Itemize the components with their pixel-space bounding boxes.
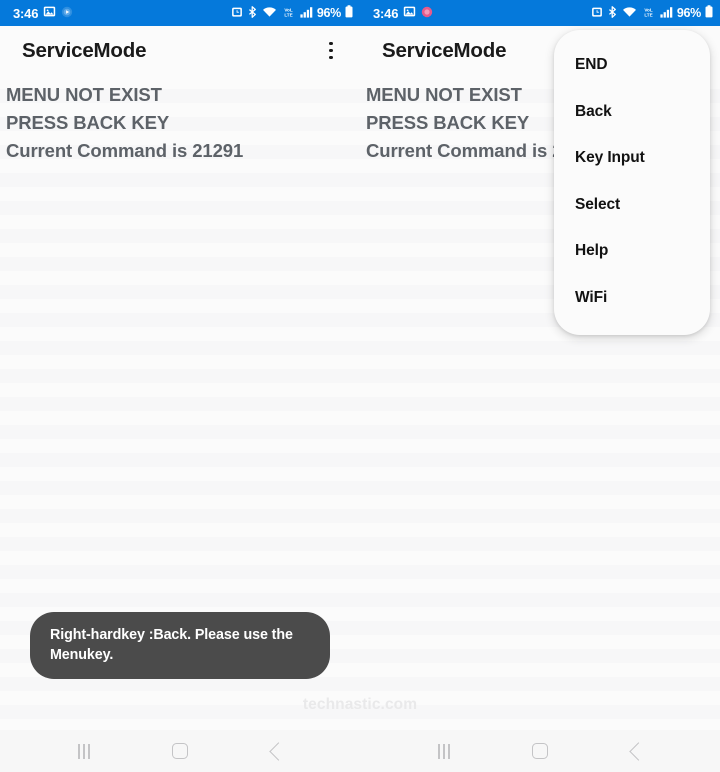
media-circle-icon: [61, 6, 73, 21]
menu-item-wifi[interactable]: WiFi: [554, 275, 710, 322]
navigation-bar-left: [0, 730, 360, 772]
service-mode-line: MENU NOT EXIST: [6, 84, 162, 105]
gallery-icon: [43, 5, 56, 21]
bluetooth-icon: [247, 5, 258, 21]
navigation-bar-right: [360, 730, 720, 772]
service-mode-line: PRESS BACK KEY: [6, 112, 170, 133]
back-chevron-icon: [268, 741, 288, 761]
alarm-icon: [591, 6, 603, 21]
status-bar-clock: 3:46: [373, 5, 399, 21]
bluetooth-icon: [607, 5, 618, 21]
battery-percent-label: 96%: [316, 5, 341, 20]
menu-item-key-input[interactable]: Key Input: [554, 135, 710, 182]
status-bar-right-cluster: VoL LTE 96%: [231, 5, 353, 21]
wifi-icon: [622, 6, 637, 21]
screenshot-root: 3:46 VoL LTE 96% ServiceMode MENU NOT EX…: [0, 0, 720, 772]
menu-item-help[interactable]: Help: [554, 228, 710, 275]
status-bar-left: 3:46 VoL LTE 96%: [0, 0, 360, 26]
home-icon: [532, 743, 548, 759]
menu-item-select[interactable]: Select: [554, 182, 710, 229]
recents-icon: [438, 743, 450, 759]
app-bar-left: ServiceMode: [0, 26, 360, 75]
battery-icon: [345, 5, 353, 21]
alarm-icon: [231, 6, 243, 21]
volte-icon: VoL LTE: [641, 6, 656, 21]
nav-home-button[interactable]: [517, 730, 563, 772]
overflow-dot: [329, 41, 333, 46]
menu-item-end[interactable]: END: [554, 42, 710, 89]
media-circle-icon: [421, 6, 433, 21]
nav-recents-button[interactable]: [421, 730, 467, 772]
menu-item-back[interactable]: Back: [554, 89, 710, 136]
overflow-menu-icon[interactable]: [318, 36, 344, 66]
overflow-dropdown-menu: END Back Key Input Select Help WiFi: [554, 30, 710, 335]
service-mode-line: Current Command is 21291: [6, 140, 244, 161]
nav-back-button[interactable]: [613, 730, 659, 772]
svg-text:LTE: LTE: [644, 12, 652, 17]
svg-text:LTE: LTE: [284, 12, 292, 17]
status-bar-left-cluster: 3:46: [13, 5, 73, 21]
navigation-bars: [0, 730, 720, 772]
wifi-icon: [262, 6, 277, 21]
volte-icon: VoL LTE: [281, 6, 296, 21]
nav-home-button[interactable]: [157, 730, 203, 772]
status-bar-left-cluster: 3:46: [373, 5, 433, 21]
battery-percent-label: 96%: [676, 5, 701, 20]
status-bar-clock: 3:46: [13, 5, 39, 21]
nav-back-button[interactable]: [253, 730, 299, 772]
status-bar-right: 3:46 VoL LTE 96%: [360, 0, 720, 26]
service-mode-text-block: MENU NOT EXIST PRESS BACK KEY Current Co…: [6, 81, 360, 165]
overflow-dot: [329, 48, 333, 53]
page-title: ServiceMode: [22, 38, 147, 62]
signal-bars-icon: [660, 6, 673, 21]
gallery-icon: [403, 5, 416, 21]
home-icon: [172, 743, 188, 759]
recents-icon: [78, 743, 90, 759]
nav-recents-button[interactable]: [61, 730, 107, 772]
signal-bars-icon: [300, 6, 313, 21]
back-chevron-icon: [628, 741, 648, 761]
overflow-dot: [329, 55, 333, 60]
status-bar-right-cluster: VoL LTE 96%: [591, 5, 713, 21]
phone-panel-left: 3:46 VoL LTE 96% ServiceMode MENU NOT EX…: [0, 0, 360, 730]
toast-message: Right-hardkey :Back. Please use the Menu…: [30, 612, 330, 679]
battery-icon: [705, 5, 713, 21]
watermark: technastic.com: [302, 696, 418, 713]
